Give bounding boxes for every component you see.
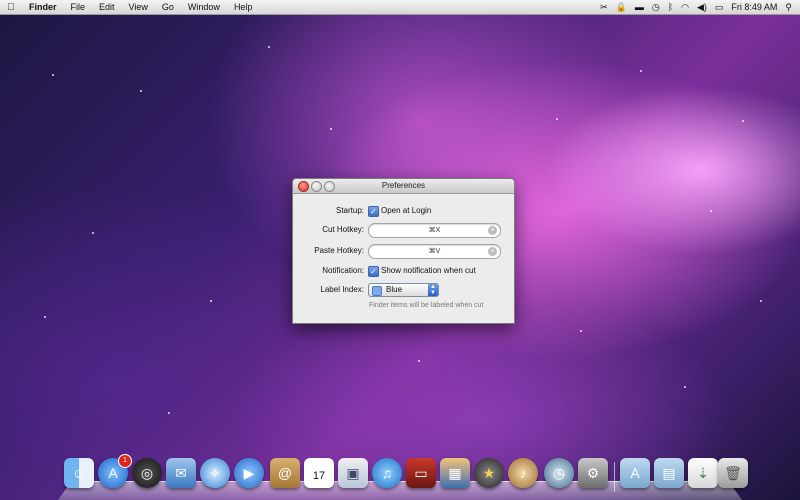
calendar-day: 17 bbox=[312, 470, 326, 482]
show-notification-checkbox[interactable]: ✓ bbox=[368, 266, 379, 277]
clear-cut-hotkey-icon[interactable]: × bbox=[488, 226, 497, 235]
show-notification-label[interactable]: Show notification when cut bbox=[381, 266, 476, 275]
label-index-selected: Blue bbox=[386, 285, 403, 294]
bluetooth-icon[interactable]: ᛒ bbox=[668, 2, 673, 12]
menu-bar:  Finder File Edit View Go Window Help ✂… bbox=[0, 0, 800, 15]
app-store-icon[interactable]: A1 bbox=[98, 454, 132, 488]
paste-hotkey-value: ⌘V bbox=[428, 248, 441, 255]
menu-app-finder[interactable]: Finder bbox=[22, 2, 64, 12]
photo-booth-icon[interactable]: ▭ bbox=[406, 458, 436, 488]
garageband-icon[interactable]: ♪ bbox=[508, 458, 538, 488]
trash-icon[interactable]: 🗑 bbox=[718, 458, 748, 488]
scissors-icon[interactable]: ✂ bbox=[600, 2, 608, 13]
menu-extras: ✂ 🔒 ▬ ◷ ᛒ ◠ ◀) ▭ Fri 8:49 AM ⚲ bbox=[600, 2, 800, 13]
downloads-stack-icon[interactable]: ⇣ bbox=[688, 458, 718, 488]
clock[interactable]: Fri 8:49 AM bbox=[731, 2, 777, 12]
window-title: Preferences bbox=[381, 181, 426, 190]
notification-row: Notification: ✓ Show notification when c… bbox=[293, 264, 514, 278]
spotlight-search-icon[interactable]: ⚲ bbox=[785, 2, 792, 13]
imovie-icon[interactable]: ★ bbox=[474, 458, 504, 488]
startup-label: Startup: bbox=[335, 206, 364, 215]
itunes-icon[interactable]: ♫ bbox=[372, 458, 402, 488]
open-at-login-label[interactable]: Open at Login bbox=[381, 206, 431, 215]
menu-view[interactable]: View bbox=[122, 2, 155, 12]
dock: ☺ A1 ◎ ✉ ✧ ▶ @ 17 ▣ ♫ ▭ ▦ ★ ♪ ◷ ⚙ A ▤ ⇣ … bbox=[58, 454, 748, 500]
cut-hotkey-value: ⌘X bbox=[428, 227, 441, 234]
menu-help[interactable]: Help bbox=[227, 2, 260, 12]
open-at-login-checkbox[interactable]: ✓ bbox=[368, 206, 379, 217]
label-index-hint: Finder items will be labeled when cut bbox=[369, 302, 484, 309]
iphoto-icon[interactable]: ▦ bbox=[440, 458, 470, 488]
popup-arrows-icon: ▲ ▼ bbox=[428, 284, 438, 296]
app-store-badge: 1 bbox=[118, 454, 132, 468]
preferences-window: Preferences Startup: ✓ Open at Login Cut… bbox=[292, 178, 515, 324]
applications-folder-icon[interactable]: A bbox=[620, 458, 650, 488]
cut-hotkey-row: Cut Hotkey: ⌘X × bbox=[293, 223, 514, 238]
cut-hotkey-label: Cut Hotkey: bbox=[322, 225, 364, 234]
display-icon[interactable]: ▬ bbox=[635, 2, 644, 12]
apple-menu-icon[interactable]:  bbox=[0, 2, 22, 13]
lock-icon[interactable]: 🔒 bbox=[616, 2, 627, 13]
volume-icon[interactable]: ◀) bbox=[697, 2, 707, 13]
ical-icon[interactable]: 17 bbox=[304, 458, 334, 488]
startup-row: Startup: ✓ Open at Login bbox=[293, 204, 514, 218]
time-machine-menu-icon[interactable]: ◷ bbox=[652, 2, 660, 13]
label-index-label: Label Index: bbox=[320, 285, 364, 294]
paste-hotkey-field[interactable]: ⌘V × bbox=[368, 244, 501, 259]
wifi-icon[interactable]: ◠ bbox=[681, 2, 689, 13]
menu-window[interactable]: Window bbox=[181, 2, 227, 12]
finder-icon[interactable]: ☺ bbox=[64, 458, 94, 488]
window-titlebar[interactable]: Preferences bbox=[293, 179, 514, 194]
battery-icon[interactable]: ▭ bbox=[715, 2, 724, 13]
menu-go[interactable]: Go bbox=[155, 2, 181, 12]
menu-edit[interactable]: Edit bbox=[92, 2, 122, 12]
clear-paste-hotkey-icon[interactable]: × bbox=[488, 247, 497, 256]
documents-folder-icon[interactable]: ▤ bbox=[654, 458, 684, 488]
dock-icons: ☺ A1 ◎ ✉ ✧ ▶ @ 17 ▣ ♫ ▭ ▦ ★ ♪ ◷ ⚙ A ▤ ⇣ … bbox=[64, 454, 748, 496]
menu-file[interactable]: File bbox=[64, 2, 93, 12]
cut-hotkey-field[interactable]: ⌘X × bbox=[368, 223, 501, 238]
facetime-icon[interactable]: ▶ bbox=[234, 458, 264, 488]
paste-hotkey-row: Paste Hotkey: ⌘V × bbox=[293, 244, 514, 259]
label-index-popup[interactable]: Blue ▲ ▼ bbox=[368, 283, 439, 297]
preview-icon[interactable]: ▣ bbox=[338, 458, 368, 488]
dock-separator bbox=[614, 462, 615, 492]
address-book-icon[interactable]: @ bbox=[270, 458, 300, 488]
safari-icon[interactable]: ✧ bbox=[200, 458, 230, 488]
dashboard-icon[interactable]: ◎ bbox=[132, 458, 162, 488]
label-index-row: Label Index: Blue ▲ ▼ bbox=[293, 283, 514, 297]
label-color-swatch bbox=[372, 286, 382, 296]
time-machine-icon[interactable]: ◷ bbox=[544, 458, 574, 488]
paste-hotkey-label: Paste Hotkey: bbox=[314, 246, 364, 255]
system-preferences-icon[interactable]: ⚙ bbox=[578, 458, 608, 488]
mail-icon[interactable]: ✉ bbox=[166, 458, 196, 488]
notification-label: Notification: bbox=[322, 266, 364, 275]
